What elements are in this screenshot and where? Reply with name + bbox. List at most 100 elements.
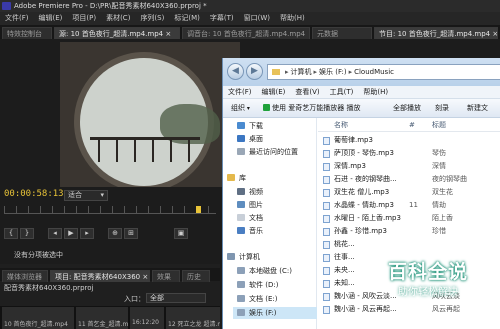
clip-thumbnails: 10 首色夜行_超清.mp4 11 首乞金_超清.mp4 16:12:20 12… [0, 306, 220, 329]
entry-select[interactable]: 全部 [146, 293, 206, 303]
tab-history[interactable]: 历史 [182, 270, 210, 282]
menu-clip[interactable]: 素材(C) [101, 12, 135, 25]
menu-view[interactable]: 查看(V) [290, 86, 324, 99]
file-row[interactable]: 水晶蝶 - 情劫.mp3 11 情劫 [318, 199, 500, 212]
menu-edit[interactable]: 编辑(E) [257, 86, 291, 99]
recent-places-icon [237, 148, 245, 155]
mark-in-icon[interactable]: { [4, 228, 18, 239]
file-row[interactable]: 深情.mp3 深情 [318, 160, 500, 173]
clip-thumbnail[interactable]: 10 首色夜行_超清.mp4 [2, 307, 74, 329]
menu-marker[interactable]: 标记(M) [169, 12, 205, 25]
sidebar-item-drive-e[interactable]: 文档 (E:) [237, 293, 277, 305]
window-title: Adobe Premiere Pro - D:\PR\配音秀素材640X360.… [14, 2, 207, 10]
tab-metadata[interactable]: 元数据 [312, 27, 372, 39]
clip-thumbnail[interactable]: 11 首乞金_超清.mp4 [76, 307, 128, 329]
back-icon[interactable]: ◀ [227, 63, 244, 80]
video-preview [60, 42, 240, 187]
tab-audio-mixer[interactable]: 调音台: 10 首色夜行_超清.mp4.mp4 [182, 27, 310, 39]
tab-media-browser[interactable]: 媒体浏览器 [2, 270, 48, 282]
video-icon [237, 188, 245, 195]
drive-icon [237, 309, 245, 316]
entry-label: 入口： [124, 295, 145, 303]
tab-effects[interactable]: 效果 [152, 270, 180, 282]
time-ruler[interactable] [4, 206, 216, 214]
breadcrumb-computer[interactable]: 计算机 [291, 68, 312, 76]
tab-effect-controls[interactable]: 特效控制台 [2, 27, 52, 39]
file-row[interactable]: 孙鑫 - 珍惜.mp3 珍惜 [318, 225, 500, 238]
burn-button[interactable]: 刻录 [435, 99, 449, 118]
sidebar-item-downloads[interactable]: 下载 [237, 120, 263, 132]
document-icon [237, 214, 245, 221]
file-name: 深情.mp3 [334, 162, 366, 170]
mark-out-icon[interactable]: } [20, 228, 34, 239]
file-title: 琴伤 [432, 149, 446, 157]
sidebar-item-pictures[interactable]: 图片 [237, 199, 263, 211]
sidebar-item-recent[interactable]: 最近访问的位置 [237, 146, 298, 158]
address-bar[interactable]: ▸ 计算机 ▸ 娱乐 (F:) ▸ CloudMusic [267, 64, 500, 80]
play-icon[interactable]: ▶ [64, 228, 78, 239]
project-panel-tabs: 媒体浏览器 项目: 配音秀素材640X360 × 效果 历史 [0, 268, 220, 282]
menu-project[interactable]: 项目(P) [67, 12, 101, 25]
export-frame-icon[interactable]: ▣ [174, 228, 188, 239]
column-name[interactable]: 名称 [334, 118, 348, 132]
menu-help[interactable]: 帮助(H) [358, 86, 393, 99]
tab-source[interactable]: 源: 10 首色夜行_超清.mp4.mp4 × [54, 27, 180, 39]
overlay-icon[interactable]: ⊞ [124, 228, 138, 239]
audio-file-icon [323, 176, 330, 184]
menu-edit[interactable]: 编辑(E) [34, 12, 68, 25]
zoom-fit-select[interactable]: 适合 [64, 190, 108, 201]
sidebar-item-desktop[interactable]: 桌面 [237, 133, 263, 145]
play-with-button[interactable]: 使用 爱奇艺万能播放器 播放 [263, 99, 360, 118]
menu-file[interactable]: 文件(F) [223, 86, 257, 99]
file-row[interactable]: 桃花... [318, 238, 500, 251]
organize-button[interactable]: 组织 [231, 99, 250, 118]
tab-project[interactable]: 项目: 配音秀素材640X360 × [50, 270, 150, 282]
step-back-icon[interactable]: ◂ [48, 228, 62, 239]
step-forward-icon[interactable]: ▸ [80, 228, 94, 239]
watermark: 百科全说 助你轻松解决 [388, 257, 500, 301]
breadcrumb-folder[interactable]: CloudMusic [354, 68, 394, 76]
column-title[interactable]: 标题 [432, 118, 446, 132]
sidebar-item-documents[interactable]: 文档 [237, 212, 263, 224]
premiere-menu-bar: 文件(F) 编辑(E) 项目(P) 素材(C) 序列(S) 标记(M) 字幕(T) 窗口(W)… [0, 12, 500, 25]
file-row[interactable]: 石进 - 夜的钢琴曲... 夜的钢琴曲 [318, 173, 500, 186]
column-number[interactable]: # [409, 118, 415, 132]
sidebar-item-drive-d[interactable]: 软件 (D:) [237, 279, 278, 291]
sidebar-item-videos[interactable]: 视频 [237, 186, 263, 198]
explorer-toolbar: 组织 使用 爱奇艺万能播放器 播放 全部播放 刻录 新建文 [223, 99, 500, 118]
sidebar-item-libraries[interactable]: 库 [227, 172, 246, 184]
menu-sequence[interactable]: 序列(S) [135, 12, 169, 25]
forward-icon[interactable]: ▶ [246, 63, 263, 80]
explorer-nav-bar: ◀ ▶ ▸ 计算机 ▸ 娱乐 (F:) ▸ CloudMusic [223, 58, 500, 86]
menu-title[interactable]: 字幕(T) [205, 12, 239, 25]
sidebar-item-music[interactable]: 音乐 [237, 225, 263, 237]
file-row[interactable]: 葡萄律.mp3 [318, 134, 500, 147]
new-folder-button[interactable]: 新建文 [467, 99, 488, 118]
breadcrumb-drive[interactable]: 娱乐 (F:) [319, 68, 347, 76]
menu-file[interactable]: 文件(F) [0, 12, 34, 25]
file-row[interactable]: 双生花 僧儿.mp3 双生花 [318, 186, 500, 199]
file-name: 魏小涵 - 风云再起... [334, 305, 397, 313]
file-row[interactable]: 魏小涵 - 风云再起... 风云再起 [318, 303, 500, 316]
menu-help[interactable]: 帮助(H) [275, 12, 310, 25]
playhead-marker-icon[interactable] [196, 206, 201, 213]
file-name: 桃花... [334, 240, 355, 248]
menu-window[interactable]: 窗口(W) [239, 12, 275, 25]
tab-program[interactable]: 节目: 10 首色夜行_超清.mp4.mp4 × [374, 27, 498, 39]
audio-file-icon [323, 306, 330, 314]
file-row[interactable]: 水曜日 - 陌上香.mp3 陌上香 [318, 212, 500, 225]
desktop-icon [237, 135, 245, 142]
play-all-button[interactable]: 全部播放 [393, 99, 421, 118]
timecode-display[interactable]: 00:00:58:13 [4, 189, 64, 199]
insert-icon[interactable]: ⊕ [108, 228, 122, 239]
premiere-panel-tabs: 特效控制台 源: 10 首色夜行_超清.mp4.mp4 × 调音台: 10 首色… [0, 25, 500, 39]
menu-tools[interactable]: 工具(T) [325, 86, 359, 99]
file-row[interactable]: 萨顶顶 - 琴伤.mp3 琴伤 [318, 147, 500, 160]
sidebar-item-drive-c[interactable]: 本地磁盘 (C:) [237, 265, 292, 277]
file-title: 风云再起 [432, 305, 460, 313]
sidebar-item-drive-f[interactable]: 娱乐 (F:) [233, 307, 317, 319]
clip-thumbnail[interactable]: 12 死立之龙 超清.mp4 [166, 307, 220, 329]
audio-file-icon [323, 150, 330, 158]
file-name: 石进 - 夜的钢琴曲... [334, 175, 397, 183]
sidebar-item-computer[interactable]: 计算机 [227, 251, 260, 263]
